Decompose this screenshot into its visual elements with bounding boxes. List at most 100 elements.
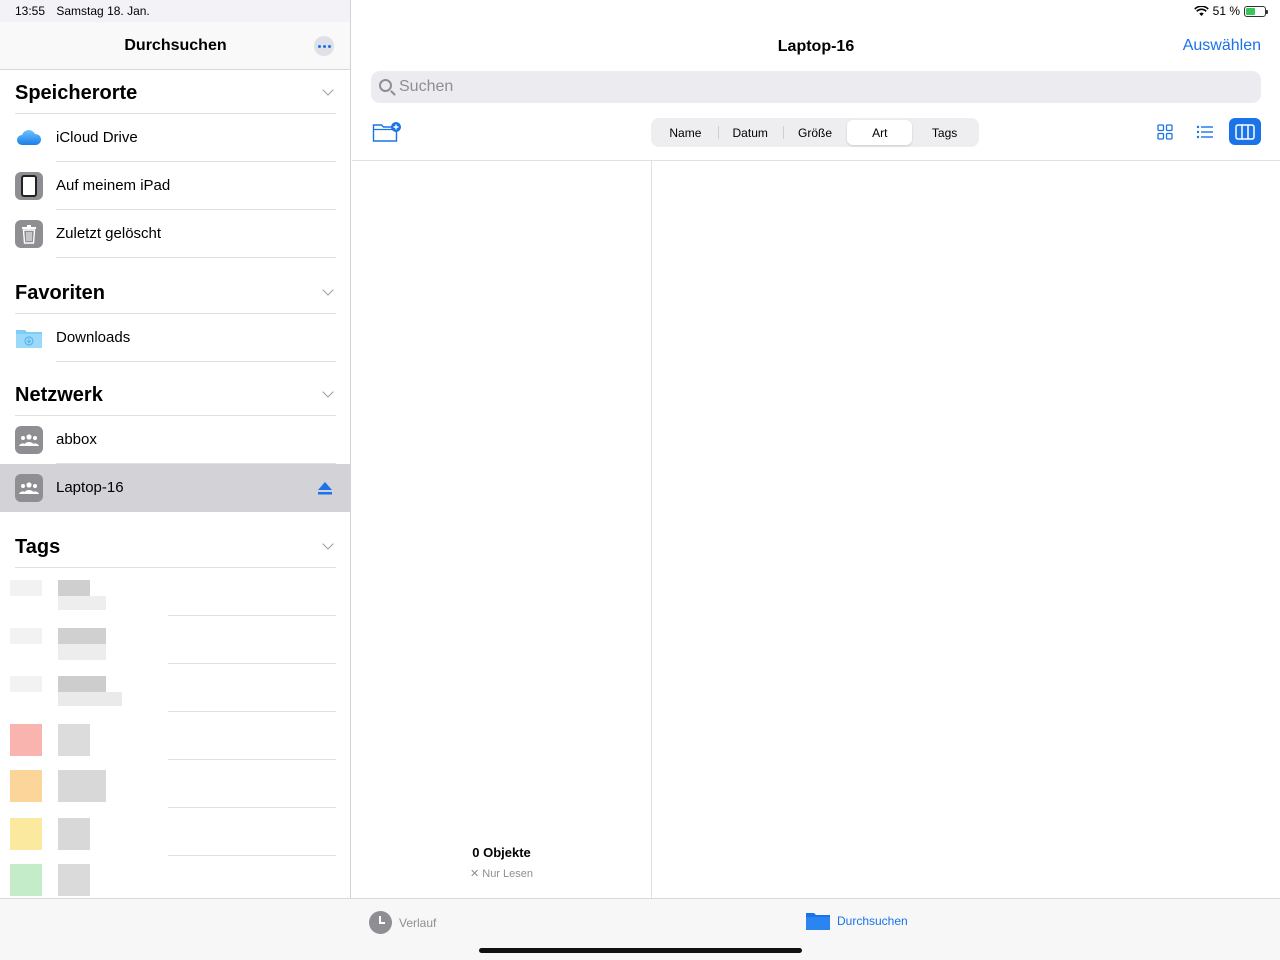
- sort-option-size[interactable]: Größe: [782, 120, 848, 145]
- battery-percentage: 51 %: [1212, 4, 1240, 18]
- sidebar-item-label: iCloud Drive: [56, 129, 138, 146]
- new-folder-button[interactable]: [372, 121, 402, 148]
- toolbar-divider: [352, 160, 1280, 161]
- blurred-tag-label: [58, 864, 90, 896]
- new-folder-icon: [372, 122, 401, 142]
- tab-label: Verlauf: [399, 915, 437, 930]
- sidebar-item-label: abbox: [56, 431, 97, 448]
- tag-item-blurred[interactable]: [0, 712, 350, 760]
- blurred-tag-label: [58, 692, 122, 706]
- clock-icon: [369, 911, 392, 934]
- sidebar-item-recently-deleted[interactable]: Zuletzt gelöscht: [0, 210, 350, 258]
- sidebar-item-icloud-drive[interactable]: iCloud Drive: [0, 114, 350, 162]
- files-app: 13:55 Samstag 18. Jan. Durchsuchen Speic…: [0, 0, 1280, 960]
- view-mode-switch: [1149, 118, 1261, 145]
- tag-item-blurred[interactable]: [0, 616, 350, 664]
- chevron-down-icon: [322, 84, 334, 96]
- status-time-date: 13:55 Samstag 18. Jan.: [15, 4, 158, 18]
- ellipsis-dot: [327, 44, 331, 48]
- section-header-network[interactable]: Netzwerk: [15, 372, 336, 416]
- columns-icon: [1235, 123, 1255, 140]
- blurred-tag-label: [58, 724, 90, 756]
- chevron-down-icon: [322, 538, 334, 550]
- blurred-tag-label: [58, 818, 90, 850]
- sidebar: 13:55 Samstag 18. Jan. Durchsuchen Speic…: [0, 0, 351, 898]
- tab-history[interactable]: Verlauf: [369, 911, 436, 934]
- sidebar-item-downloads[interactable]: Downloads: [0, 314, 350, 362]
- home-indicator[interactable]: [479, 948, 802, 953]
- sidebar-item-label: Auf meinem iPad: [56, 177, 171, 194]
- wifi-icon: [1193, 5, 1209, 16]
- sidebar-item-on-my-ipad[interactable]: Auf meinem iPad: [0, 162, 350, 210]
- blurred-tag-dot: [10, 676, 42, 692]
- section-header-favorites[interactable]: Favoriten: [15, 270, 336, 314]
- search-input[interactable]: [399, 71, 1239, 103]
- eject-icon[interactable]: [317, 481, 333, 500]
- section-header-tags[interactable]: Tags: [15, 524, 336, 568]
- sort-option-date[interactable]: Datum: [717, 120, 783, 145]
- battery-icon: [1244, 5, 1268, 17]
- blurred-tag-dot: [10, 770, 42, 802]
- sidebar-item-label: Zuletzt gelöscht: [56, 225, 162, 242]
- section-title: Netzwerk: [15, 384, 103, 406]
- readonly-status: ✕ Nur Lesen: [352, 867, 651, 880]
- tab-label: Durchsuchen: [837, 914, 908, 928]
- sidebar-item-abbox[interactable]: abbox: [0, 416, 350, 464]
- select-button[interactable]: Auswählen: [1183, 37, 1261, 55]
- chevron-down-icon: [322, 284, 334, 296]
- sidebar-item-laptop-16[interactable]: Laptop-16: [0, 464, 350, 512]
- more-options-button[interactable]: [314, 36, 334, 56]
- section-title: Speicherorte: [15, 82, 138, 104]
- sort-segmented-control: Name Datum Größe Art Tags: [651, 118, 979, 147]
- list-view-button[interactable]: [1189, 118, 1221, 145]
- tag-item-blurred[interactable]: [0, 808, 350, 856]
- main-pane: Laptop-16 Auswählen Name Datum Größe Art…: [352, 0, 1280, 898]
- sidebar-item-label: Downloads: [56, 329, 131, 346]
- tag-item-blurred[interactable]: [0, 760, 350, 808]
- page-title: Laptop-16: [777, 38, 855, 55]
- column-view-button[interactable]: [1229, 118, 1261, 145]
- sort-option-tags[interactable]: Tags: [912, 120, 977, 145]
- grid-view-button[interactable]: [1149, 118, 1181, 145]
- section-title: Favoriten: [15, 282, 106, 304]
- blurred-tag-label: [58, 644, 106, 660]
- search-bar[interactable]: [371, 71, 1261, 103]
- blurred-tag-label: [58, 770, 106, 802]
- folder-icon: [806, 913, 830, 930]
- tag-item-blurred[interactable]: [0, 856, 350, 898]
- pencil-slash-icon: ✕: [469, 868, 483, 880]
- sort-option-kind[interactable]: Art: [847, 120, 913, 145]
- battery-fill: [1246, 7, 1256, 15]
- icloud-icon: [15, 124, 43, 152]
- status-time: 13:55: [15, 4, 46, 18]
- blurred-tag-dot: [10, 580, 42, 596]
- column-divider[interactable]: [651, 161, 652, 898]
- sidebar-header: Durchsuchen: [0, 22, 350, 70]
- sidebar-title: Durchsuchen: [124, 37, 227, 54]
- row-divider: [56, 361, 336, 362]
- section-title: Tags: [15, 536, 61, 558]
- sort-option-name[interactable]: Name: [653, 120, 718, 145]
- grid-icon: [1157, 123, 1173, 140]
- row-divider: [56, 257, 336, 258]
- blurred-tag-label: [58, 676, 106, 692]
- item-count: 0 Objekte: [472, 845, 531, 860]
- trash-icon: [15, 220, 43, 248]
- tag-item-blurred[interactable]: [0, 664, 350, 712]
- tag-item-blurred[interactable]: [0, 568, 350, 616]
- readonly-label: Nur Lesen: [482, 868, 534, 880]
- ipad-icon: [15, 172, 43, 200]
- network-share-icon: [15, 426, 43, 454]
- downloads-folder-icon: [15, 324, 43, 352]
- blurred-tag-label: [58, 580, 90, 596]
- tab-browse[interactable]: Durchsuchen: [806, 911, 908, 931]
- blurred-tag-dot: [10, 864, 42, 896]
- section-header-locations[interactable]: Speicherorte: [15, 70, 336, 114]
- network-share-icon: [15, 474, 43, 502]
- ellipsis-dot: [322, 44, 326, 48]
- status-date: Samstag 18. Jan.: [56, 4, 150, 18]
- search-icon: [379, 79, 392, 92]
- sidebar-list: Speicherorte iCloud Drive Auf meinem iPa…: [0, 70, 350, 898]
- blurred-tag-dot: [10, 818, 42, 850]
- blurred-tag-dot: [10, 724, 42, 756]
